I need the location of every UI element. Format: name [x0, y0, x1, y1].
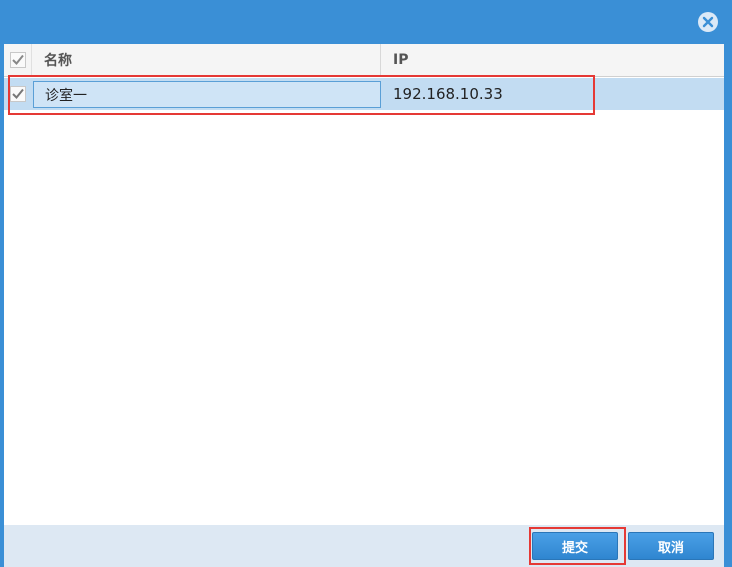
row-checkbox[interactable]: [4, 78, 32, 110]
select-all-checkbox[interactable]: [4, 44, 32, 76]
column-header-name[interactable]: 名称: [32, 44, 381, 76]
close-icon[interactable]: [698, 12, 718, 32]
dialog-body: 名称 IP 诊室一 192.168.10.33: [4, 44, 724, 525]
row-name-cell[interactable]: 诊室一: [33, 81, 381, 108]
dialog-footer: 提交 取消: [4, 525, 724, 567]
row-ip-cell: 192.168.10.33: [393, 85, 503, 103]
column-header-ip[interactable]: IP: [381, 44, 724, 76]
dialog-titlebar: [0, 0, 732, 44]
checkmark-icon: [10, 86, 26, 102]
grid-header: 名称 IP: [4, 44, 724, 77]
submit-button[interactable]: 提交: [532, 532, 618, 560]
cancel-button[interactable]: 取消: [628, 532, 714, 560]
checkmark-icon: [9, 52, 26, 68]
dialog-window: 名称 IP 诊室一 192.168.10.33 提交 取消: [0, 0, 732, 567]
table-row[interactable]: 诊室一 192.168.10.33: [4, 78, 724, 110]
